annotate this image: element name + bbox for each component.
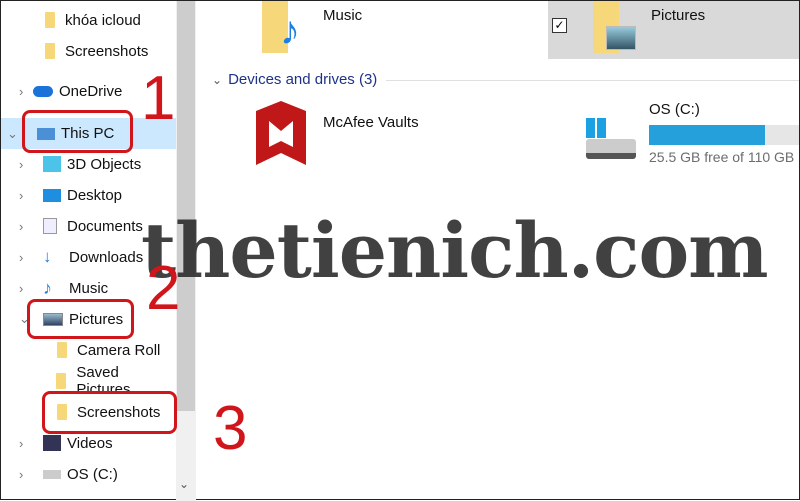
folder-icon	[45, 43, 55, 59]
nav-label: Downloads	[69, 248, 144, 266]
folder-icon	[45, 12, 55, 28]
group-divider	[386, 80, 799, 81]
hard-drive-icon	[586, 139, 636, 159]
drive-usage-fill	[649, 125, 765, 145]
chevron-right-icon[interactable]: ›	[19, 219, 31, 234]
folder-icon	[56, 373, 67, 389]
nav-label: Screenshots	[65, 42, 149, 60]
annotation-box-pictures	[27, 299, 134, 339]
cube-icon	[43, 156, 61, 172]
chevron-right-icon[interactable]: ›	[19, 157, 31, 172]
chevron-right-icon[interactable]: ›	[19, 436, 31, 451]
annotation-box-this-pc	[22, 110, 133, 153]
chevron-down-icon[interactable]: ⌄	[212, 73, 222, 87]
annotation-number-1: 1	[141, 64, 176, 133]
watermark: thetienich.com	[141, 206, 769, 295]
video-icon	[43, 435, 61, 451]
nav-label: OS (C:)	[67, 465, 118, 483]
document-icon	[43, 218, 57, 234]
chevron-down-icon[interactable]: ⌄	[7, 126, 19, 142]
mcafee-icon	[256, 101, 306, 165]
nav-label: 3D Objects	[67, 155, 142, 173]
drive-free-space: 25.5 GB free of 110 GB	[649, 149, 795, 165]
nav-label: Camera Roll	[77, 341, 161, 359]
cloud-icon	[33, 85, 53, 97]
nav-label: Music	[69, 279, 109, 297]
checkbox-checked[interactable]: ✓	[552, 18, 567, 33]
folder-icon	[57, 342, 67, 358]
desktop-icon	[43, 188, 61, 202]
drive-icon	[43, 469, 61, 479]
drive-mcafee-label[interactable]: McAfee Vaults	[323, 114, 419, 131]
group-label: Devices and drives (3)	[228, 71, 378, 88]
download-icon: ↓	[43, 247, 52, 266]
nav-item-screenshots-icloud[interactable]: Screenshots	[1, 36, 176, 66]
nav-label: khóa icloud	[65, 11, 141, 29]
picture-thumbnail-icon	[606, 26, 636, 50]
music-note-icon: ♪	[280, 9, 300, 53]
annotation-number-2: 2	[146, 254, 181, 323]
chevron-right-icon[interactable]: ›	[19, 281, 31, 296]
nav-label: Videos	[67, 434, 113, 452]
nav-label: OneDrive	[59, 82, 123, 100]
drive-os-c-label[interactable]: OS (C:)	[649, 101, 700, 118]
nav-label: Desktop	[67, 186, 123, 204]
nav-item-khoa-icloud[interactable]: khóa icloud	[1, 5, 176, 35]
music-icon: ♪	[43, 278, 52, 298]
chevron-right-icon[interactable]: ›	[19, 84, 31, 99]
chevron-right-icon[interactable]: ›	[19, 467, 31, 482]
nav-label: Documents	[67, 217, 143, 235]
annotation-number-3: 3	[213, 394, 248, 463]
nav-item-os-c[interactable]: › OS (C:)	[1, 459, 176, 489]
folder-music-label[interactable]: Music	[323, 7, 362, 24]
drive-usage-bar	[649, 125, 799, 145]
chevron-right-icon[interactable]: ›	[19, 188, 31, 203]
nav-item-camera-roll[interactable]: Camera Roll	[1, 335, 176, 365]
devices-group-header[interactable]: ⌄ Devices and drives (3)	[212, 71, 377, 88]
folder-pictures-label[interactable]: Pictures	[651, 7, 705, 24]
nav-item-3d-objects[interactable]: › 3D Objects	[1, 149, 176, 179]
annotation-box-screenshots	[42, 391, 177, 434]
chevron-right-icon[interactable]: ›	[19, 250, 31, 265]
windows-logo-icon	[586, 118, 606, 138]
scroll-down-icon[interactable]: ⌄	[179, 477, 189, 491]
